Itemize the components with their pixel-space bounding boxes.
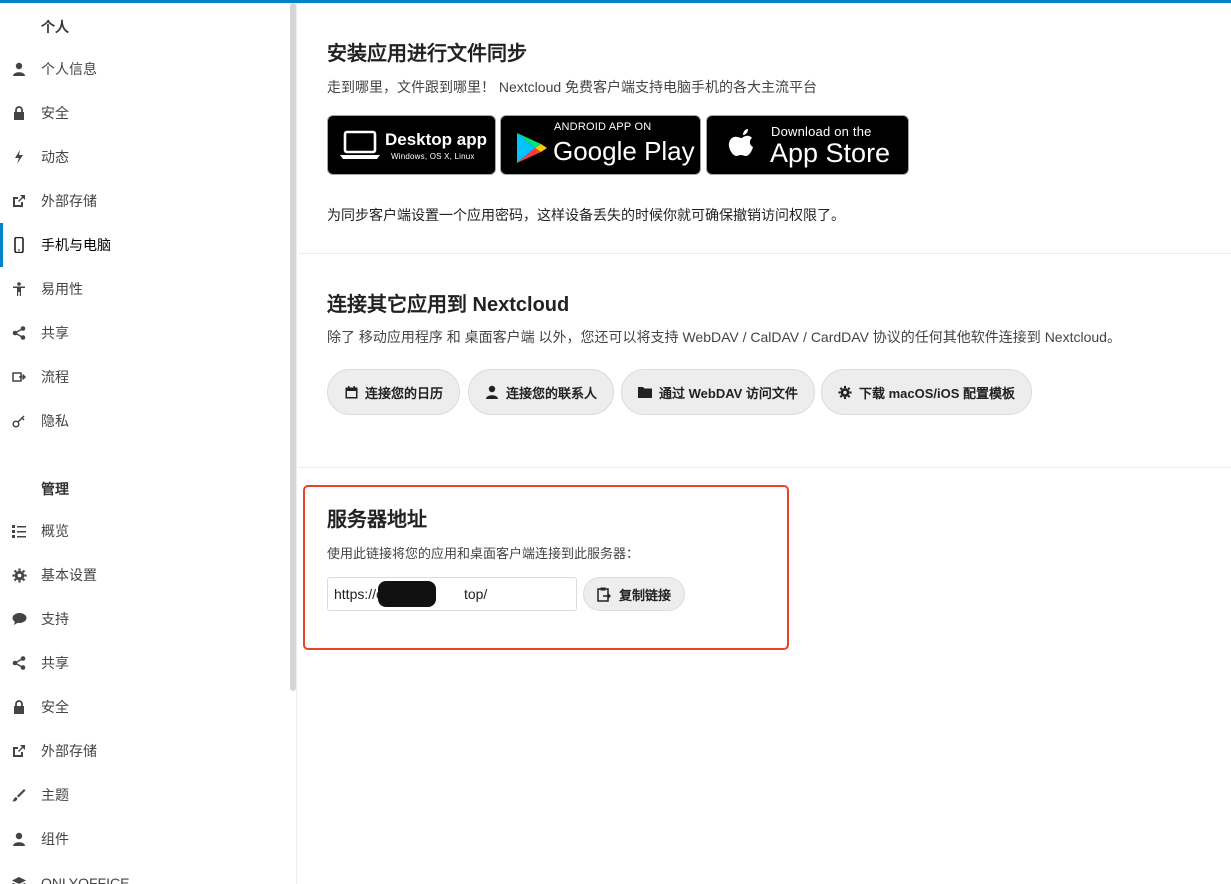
external-link-icon — [11, 193, 27, 209]
layers-icon — [11, 875, 27, 884]
sidebar-item-basic-settings[interactable]: 基本设置 — [0, 553, 288, 597]
sidebar-item-activity[interactable]: 动态 — [0, 135, 288, 179]
sidebar-item-label: 安全 — [41, 699, 69, 715]
copy-link-label: 复制链接 — [618, 587, 671, 603]
clipboard-icon — [597, 587, 611, 602]
google-play-badge[interactable]: ANDROID APP ON Google Play — [500, 115, 701, 175]
copy-link-button[interactable]: 复制链接 — [583, 577, 685, 611]
connect-contacts-button[interactable]: 连接您的联系人 — [468, 369, 615, 415]
sidebar-item-privacy[interactable]: 隐私 — [0, 399, 288, 443]
sidebar-item-label: ONLYOFFICE — [41, 875, 130, 884]
desktop-badge-sub: Windows, OS X, Linux — [391, 152, 475, 161]
sidebar-item-label: 安全 — [41, 105, 69, 121]
personal-section-caption: 个人 — [41, 19, 69, 35]
brush-icon — [11, 787, 27, 803]
user-icon — [11, 61, 27, 77]
sidebar-item-mobile-desktop[interactable]: 手机与电脑 — [0, 223, 288, 267]
sidebar-item-label: 流程 — [41, 369, 69, 385]
main-content: 安装应用进行文件同步 走到哪里，文件跟到哪里！ Nextcloud 免费客户端支… — [298, 3, 1231, 884]
sidebar-item-label: 外部存储 — [41, 193, 97, 209]
admin-section-caption: 管理 — [41, 481, 69, 497]
sidebar-item-support[interactable]: 支持 — [0, 597, 288, 641]
sidebar-item-components[interactable]: 组件 — [0, 817, 288, 861]
sidebar-item-label: 手机与电脑 — [41, 237, 111, 253]
sidebar-item-sharing[interactable]: 共享 — [0, 311, 288, 355]
server-section-title: 服务器地址 — [327, 509, 427, 531]
settings-sidebar: 个人 个人信息 安全 动态 外部存储 手机与电脑 易用性 共享 流程 隐私 管理… — [0, 3, 297, 884]
sidebar-item-flow[interactable]: 流程 — [0, 355, 288, 399]
speech-bubble-icon — [11, 611, 27, 627]
sidebar-scrollbar[interactable] — [290, 3, 296, 691]
google-badge-top: ANDROID APP ON — [554, 121, 652, 133]
app-password-note: 为同步客户端设置一个应用密码，这样设备丢失的时候你就可确保撤销访问权限了。 — [327, 207, 845, 223]
sidebar-item-label: 支持 — [41, 611, 69, 627]
sidebar-item-admin-security[interactable]: 安全 — [0, 685, 288, 729]
section-divider — [298, 253, 1231, 254]
sidebar-item-security[interactable]: 安全 — [0, 91, 288, 135]
apple-icon — [725, 126, 759, 171]
sidebar-item-label: 个人信息 — [41, 61, 97, 77]
download-template-label: 下载 macOS/iOS 配置模板 — [859, 385, 1016, 401]
google-badge-main: Google Play — [553, 136, 695, 166]
server-section-description: 使用此链接将您的应用和桌面客户端连接到此服务器： — [327, 546, 640, 561]
flow-icon — [11, 369, 27, 385]
lightning-icon — [11, 149, 27, 165]
sidebar-item-onlyoffice[interactable]: ONLYOFFICE — [0, 861, 288, 884]
list-icon — [11, 523, 27, 539]
connect-calendar-label: 连接您的日历 — [365, 385, 444, 401]
google-play-icon — [515, 132, 549, 169]
sync-section-title: 安装应用进行文件同步 — [327, 43, 527, 65]
download-macos-ios-template-button[interactable]: 下载 macOS/iOS 配置模板 — [821, 369, 1033, 415]
sidebar-item-admin-external-storage[interactable]: 外部存储 — [0, 729, 288, 773]
apple-badge-main: App Store — [770, 138, 891, 168]
sidebar-item-admin-sharing[interactable]: 共享 — [0, 641, 288, 685]
apple-badge-top: Download on the — [771, 124, 872, 139]
webdav-access-button[interactable]: 通过 WebDAV 访问文件 — [621, 369, 815, 415]
sidebar-item-label: 基本设置 — [41, 567, 97, 583]
phone-icon — [11, 237, 27, 253]
share-icon — [11, 655, 27, 671]
server-url-input[interactable] — [327, 577, 577, 611]
sidebar-item-label: 概览 — [41, 523, 69, 539]
connect-section-title: 连接其它应用到 Nextcloud — [327, 294, 570, 316]
desktop-app-badge[interactable]: Desktop app Windows, OS X, Linux — [327, 115, 496, 175]
sidebar-item-label: 主题 — [41, 787, 69, 803]
sidebar-item-label: 共享 — [41, 325, 69, 341]
connect-contacts-label: 连接您的联系人 — [506, 385, 598, 401]
user-icon — [11, 831, 27, 847]
sidebar-item-accessibility[interactable]: 易用性 — [0, 267, 288, 311]
sidebar-item-label: 组件 — [41, 831, 69, 847]
accessibility-icon — [11, 281, 27, 297]
connect-section-description: 除了 移动应用程序 和 桌面客户端 以外，您还可以将支持 WebDAV / Ca… — [327, 329, 1121, 345]
sidebar-item-label: 易用性 — [41, 281, 83, 297]
gear-icon — [838, 385, 852, 399]
app-store-badge[interactable]: Download on the App Store — [706, 115, 909, 175]
desktop-badge-main: Desktop app — [385, 130, 488, 149]
sync-section-description: 走到哪里，文件跟到哪里！ Nextcloud 免费客户端支持电脑手机的各大主流平… — [327, 79, 818, 95]
sidebar-item-label: 隐私 — [41, 413, 69, 429]
lock-icon — [11, 699, 27, 715]
lock-icon — [11, 105, 27, 121]
laptop-icon — [339, 130, 381, 167]
sidebar-item-overview[interactable]: 概览 — [0, 509, 288, 553]
redaction-mark — [378, 581, 436, 607]
sidebar-item-label: 共享 — [41, 655, 69, 671]
folder-icon — [638, 385, 652, 399]
gear-icon — [11, 567, 27, 583]
key-icon — [11, 413, 27, 429]
sidebar-item-label: 动态 — [41, 149, 69, 165]
sidebar-item-personal-info[interactable]: 个人信息 — [0, 47, 288, 91]
share-icon — [11, 325, 27, 341]
contacts-icon — [485, 385, 499, 399]
sidebar-item-label: 外部存储 — [41, 743, 97, 759]
calendar-icon — [344, 385, 358, 399]
sidebar-item-external-storage[interactable]: 外部存储 — [0, 179, 288, 223]
sidebar-item-theming[interactable]: 主题 — [0, 773, 288, 817]
webdav-access-label: 通过 WebDAV 访问文件 — [659, 385, 798, 401]
connect-calendar-button[interactable]: 连接您的日历 — [327, 369, 461, 415]
section-divider — [298, 467, 1231, 468]
external-link-icon — [11, 743, 27, 759]
